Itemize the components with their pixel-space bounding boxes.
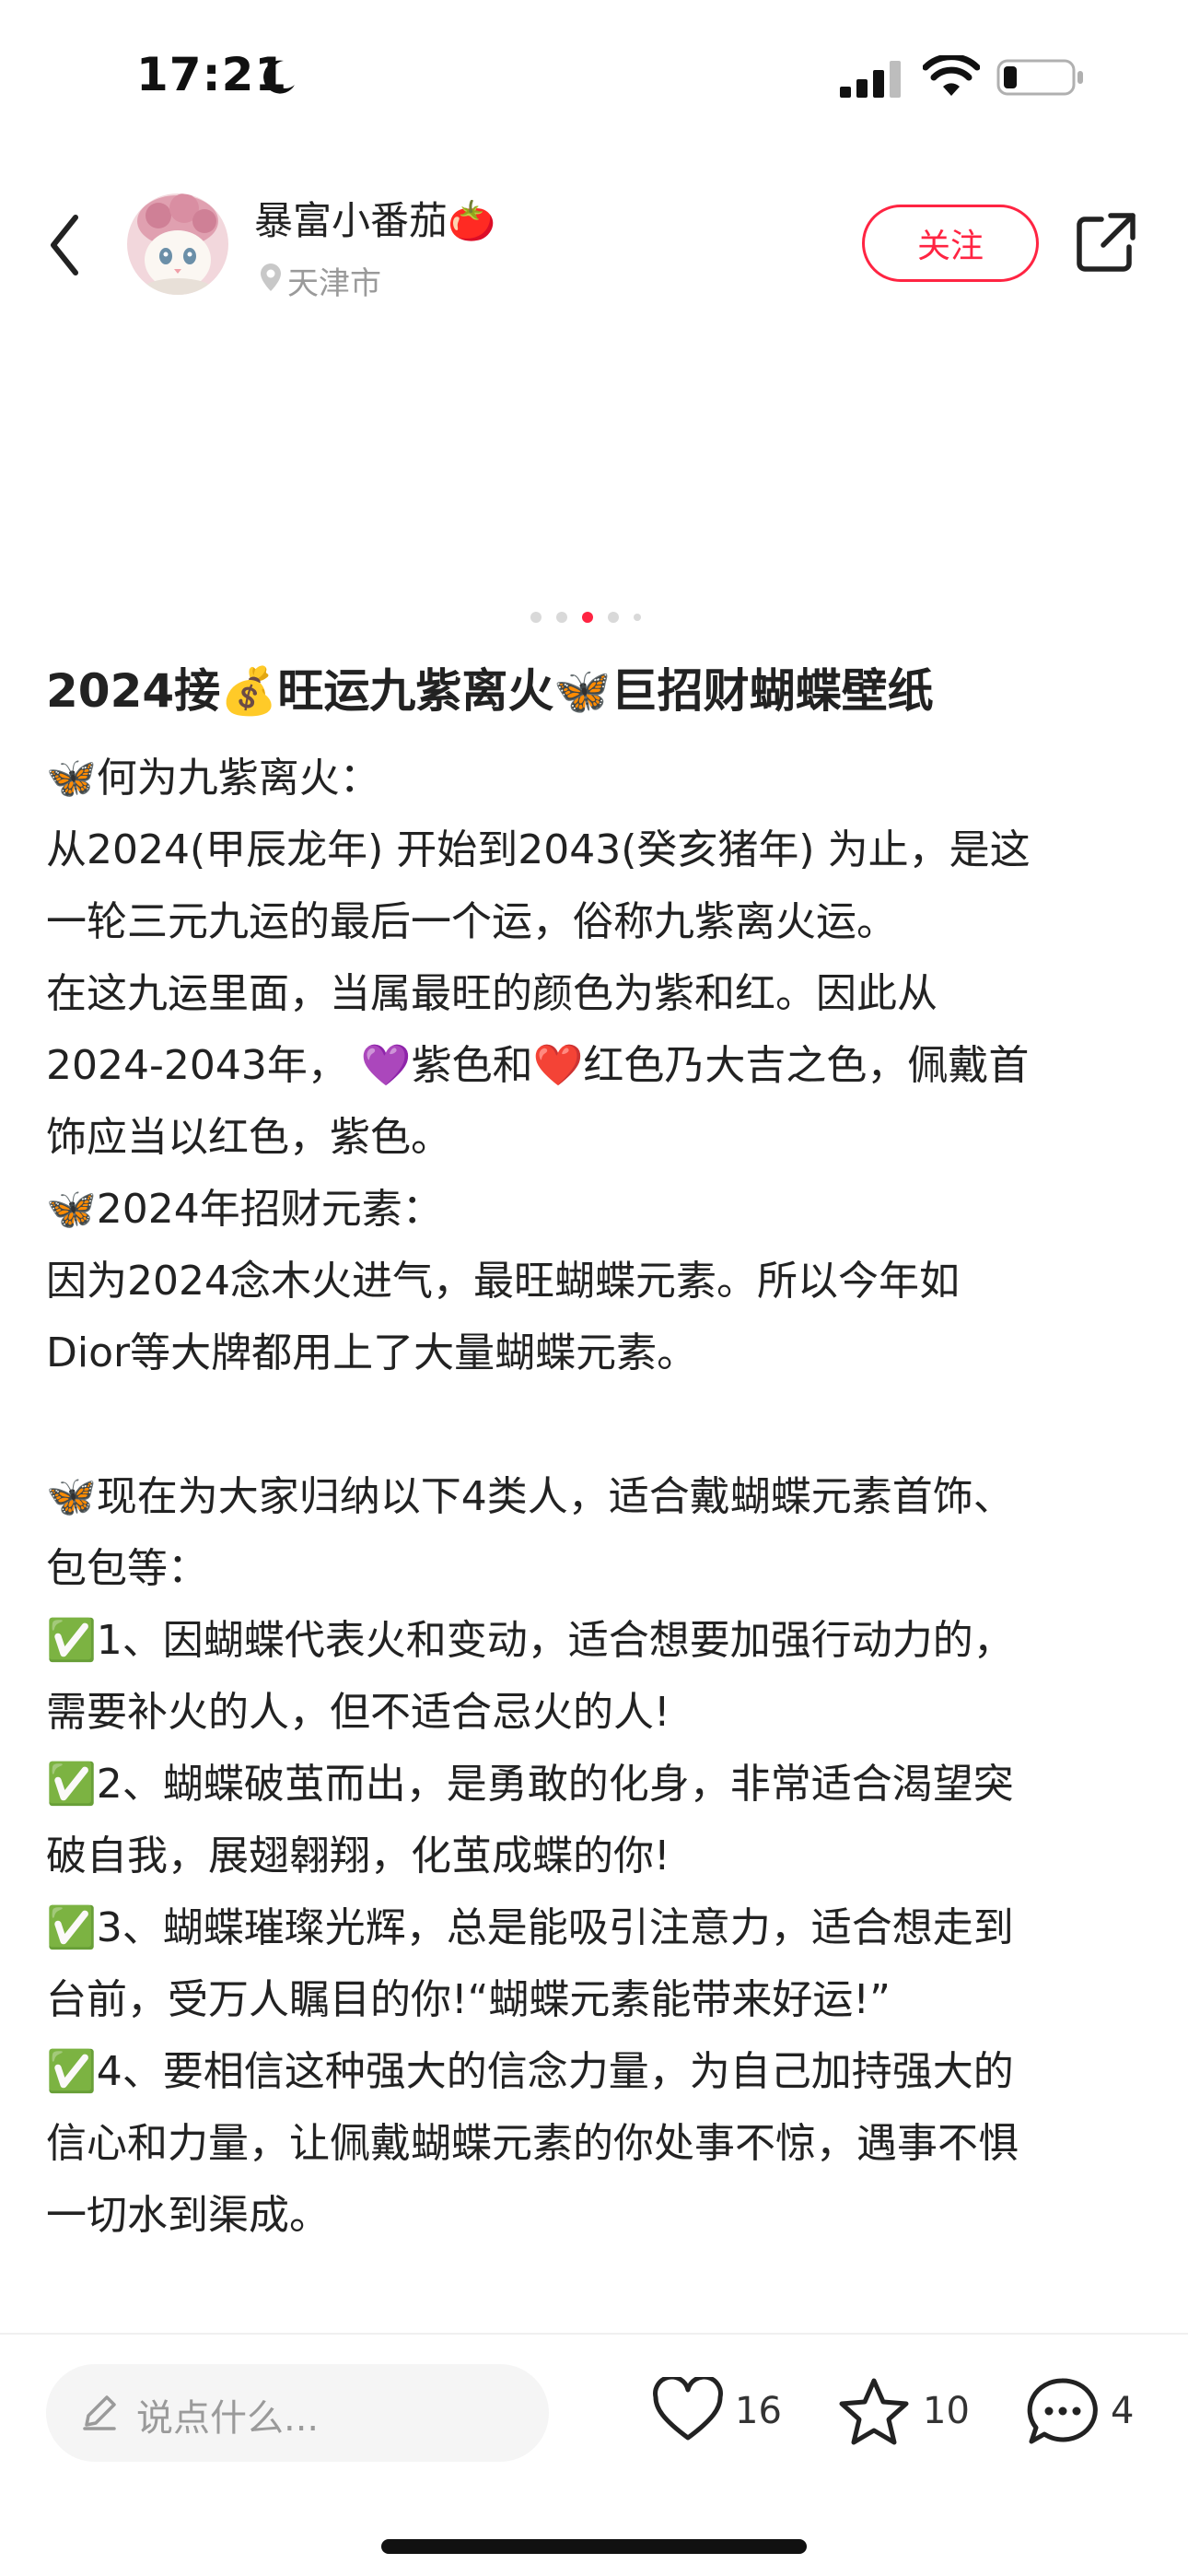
post-line: ✅3、蝴蝶璀璨光辉，总是能吸引注意力，适合想走到 <box>46 1904 1014 1951</box>
carousel-dot <box>556 612 567 623</box>
pencil-icon <box>83 2395 116 2430</box>
post-line: 从2024(甲辰龙年) 开始到2043(癸亥猪年) 为止，是这 <box>46 826 1031 873</box>
post-line: 🦋何为九紫离火： <box>46 755 380 802</box>
comment-input[interactable]: 说点什么... <box>46 2364 549 2462</box>
post-line: 🦋2024年招财元素： <box>46 1186 443 1233</box>
favorite-count: 10 <box>923 2390 970 2432</box>
author-header: 暴富小番茄🍅 天津市 关注 <box>0 166 1188 322</box>
post-line: 2024-2043年， 💜紫色和❤️红色乃大吉之色，佩戴首 <box>46 1042 1030 1089</box>
post-line: 需要补火的人，但不适合忌火的人! <box>46 1689 670 1736</box>
carousel-dot <box>582 612 593 623</box>
author-name[interactable]: 暴富小番茄🍅 <box>254 190 495 246</box>
post-line: ✅4、要相信这种强大的信念力量，为自己加持强大的 <box>46 2048 1014 2095</box>
location-pin-icon <box>261 263 281 291</box>
post-line: 因为2024念木火进气，最旺蝴蝶元素。所以今年如 <box>46 1258 960 1305</box>
post-line: 饰应当以红色，紫色。 <box>46 1114 451 1161</box>
post-line: 在这九运里面，当属最旺的颜色为紫和红。因此从 <box>46 970 938 1017</box>
status-bar: 17:21 <box>0 0 1188 157</box>
post-line: 破自我，展翅翱翔，化茧成蝶的你! <box>46 1832 670 1879</box>
post-line: ✅2、蝴蝶破茧而出，是勇敢的化身，非常适合渴望突 <box>46 1761 1014 1808</box>
like-button[interactable]: 16 <box>652 2373 782 2453</box>
post-title: 2024接💰旺运九紫离火🦋巨招财蝴蝶壁纸 <box>46 664 934 718</box>
post-line: Dior等大牌都用上了大量蝴蝶元素。 <box>46 1329 698 1376</box>
cellular-signal-icon <box>840 61 901 98</box>
post-line: 台前，受万人瞩目的你!“蝴蝶元素能带来好运!” <box>46 1976 891 2023</box>
favorite-button[interactable]: 10 <box>838 2373 970 2453</box>
comment-bubble-icon <box>1027 2378 1098 2444</box>
post-line: 包包等： <box>46 1545 208 1592</box>
carousel-dot <box>608 612 619 623</box>
comment-button[interactable]: 4 <box>1026 2373 1155 2453</box>
moon-icon <box>263 60 295 94</box>
heart-icon <box>653 2377 723 2441</box>
post-line: 信心和力量，让佩戴蝴蝶元素的你处事不惊，遇事不惧 <box>46 2120 1019 2167</box>
avatar[interactable] <box>127 193 228 295</box>
bottom-divider <box>0 2333 1188 2335</box>
post-line: 🦋现在为大家归纳以下4类人，适合戴蝴蝶元素首饰、 <box>46 1473 1014 1520</box>
post-line: 一切水到渠成。 <box>46 2192 330 2239</box>
post-body: 🦋何为九紫离火： 从2024(甲辰龙年) 开始到2043(癸亥猪年) 为止，是这一… <box>46 743 1151 2252</box>
wifi-icon <box>923 55 980 96</box>
star-icon <box>839 2378 909 2445</box>
comment-placeholder: 说点什么... <box>136 2397 320 2440</box>
post-line: ✅1、因蝴蝶代表火和变动，适合想要加强行动力的， <box>46 1617 1014 1664</box>
carousel-indicator <box>530 608 650 626</box>
carousel-dot <box>530 612 542 623</box>
carousel-dot <box>634 614 641 621</box>
back-icon[interactable] <box>42 208 88 282</box>
follow-button[interactable]: 关注 <box>862 205 1039 282</box>
share-icon[interactable] <box>1074 210 1138 275</box>
comment-count: 4 <box>1111 2390 1135 2432</box>
author-location: 天津市 <box>287 265 381 302</box>
post-line: 一轮三元九运的最后一个运，俗称九紫离火运。 <box>46 898 897 945</box>
home-indicator[interactable] <box>381 2539 807 2554</box>
like-count: 16 <box>735 2390 782 2432</box>
battery-icon <box>996 59 1083 96</box>
